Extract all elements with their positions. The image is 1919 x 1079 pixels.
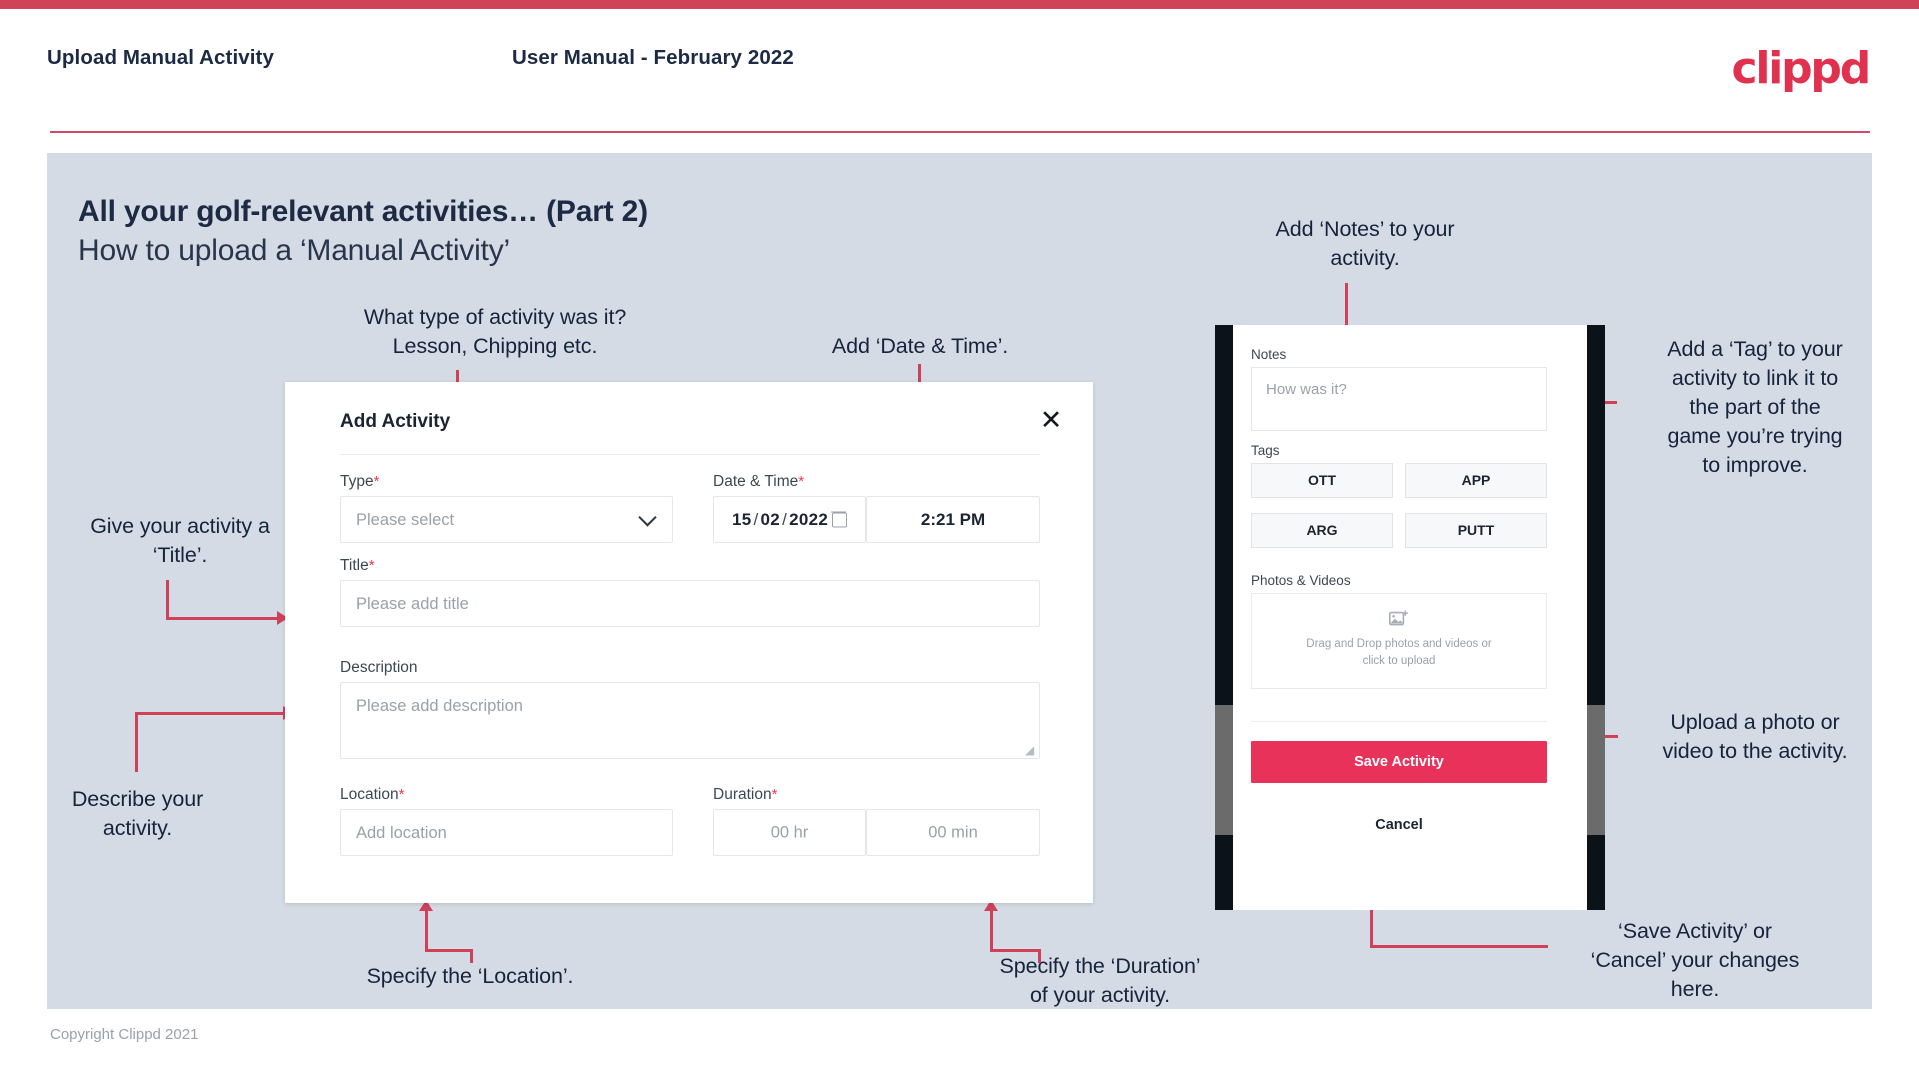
title-required-mark: * xyxy=(368,557,375,574)
phone-left-bezel xyxy=(1215,325,1233,910)
annotation-location: Specify the ‘Location’. xyxy=(366,964,574,988)
date-sep-2: / xyxy=(782,509,788,529)
location-required-mark: * xyxy=(398,786,405,803)
dialog-title: Add Activity xyxy=(340,411,451,432)
location-placeholder: Add location xyxy=(356,824,447,842)
tag-button-putt[interactable]: PUTT xyxy=(1405,513,1547,548)
connector-dur-h xyxy=(990,949,1040,952)
duration-label: Duration* xyxy=(713,786,777,804)
photo-dropzone[interactable]: Drag and Drop photos and videos or click… xyxy=(1251,593,1547,689)
connector-save-h xyxy=(1370,945,1548,948)
close-icon[interactable]: ✕ xyxy=(1034,403,1068,437)
type-label-text: Type xyxy=(340,473,374,490)
time-input[interactable]: 2:21 PM xyxy=(866,496,1040,543)
connector-dur-v1 xyxy=(990,910,993,952)
datetime-required-mark: * xyxy=(798,473,805,490)
chevron-down-icon xyxy=(638,507,657,527)
calendar-icon[interactable] xyxy=(831,511,847,527)
annotation-photos: Upload a photo or video to the activity. xyxy=(1662,710,1848,763)
notes-label: Notes xyxy=(1251,347,1287,362)
date-month: 02 xyxy=(760,509,781,529)
date-day: 15 xyxy=(732,509,752,529)
slide-subtitle: How to upload a ‘Manual Activity’ xyxy=(78,234,510,267)
annotation-description: Describe your activity. xyxy=(71,787,204,840)
dropzone-line-1: Drag and Drop photos and videos or xyxy=(1306,638,1492,650)
time-value: 2:21 PM xyxy=(920,509,986,529)
connector-dur-v2 xyxy=(1038,949,1041,963)
photos-label: Photos & Videos xyxy=(1251,573,1351,588)
description-placeholder: Please add description xyxy=(356,697,523,715)
connector-title-h xyxy=(166,617,279,620)
annotation-title: Give your activity a ‘Title’. xyxy=(90,514,270,567)
page-header: Upload Manual Activity User Manual - Feb… xyxy=(0,9,1919,133)
title-label: Title* xyxy=(340,557,375,575)
type-select[interactable]: Please select xyxy=(340,496,673,543)
header-subtitle: User Manual - February 2022 xyxy=(512,46,794,69)
tag-button-app[interactable]: APP xyxy=(1405,463,1547,498)
connector-title-v xyxy=(166,580,169,619)
cancel-button[interactable]: Cancel xyxy=(1251,813,1547,837)
annotation-notes: Add ‘Notes’ to your activity. xyxy=(1275,217,1455,270)
connector-loc-h xyxy=(425,949,473,952)
duration-hours-input[interactable]: 00 hr xyxy=(713,809,866,856)
title-input[interactable]: Please add title xyxy=(340,580,1040,627)
clippd-logo: clippd xyxy=(1731,43,1871,94)
page-title: Upload Manual Activity xyxy=(47,46,274,69)
resize-handle-icon[interactable]: ◢ xyxy=(1025,744,1036,756)
annotation-tags: Add a ‘Tag’ to your activity to link it t… xyxy=(1667,337,1843,477)
header-divider xyxy=(50,131,1870,133)
phone-mockup: Notes How was it? Tags OTT APP ARG PUTT … xyxy=(1215,325,1605,910)
date-year: 2022 xyxy=(789,509,829,529)
annotation-duration: Specify the ‘Duration’ of your activity. xyxy=(999,954,1201,1007)
location-label-text: Location xyxy=(340,786,399,803)
location-input[interactable]: Add location xyxy=(340,809,673,856)
duration-label-text: Duration xyxy=(713,786,772,803)
footer-copyright: Copyright Clippd 2021 xyxy=(50,1026,199,1043)
tags-label: Tags xyxy=(1251,443,1280,458)
date-sep-1: / xyxy=(753,509,759,529)
dialog-divider xyxy=(340,454,1040,455)
phone-divider xyxy=(1251,721,1547,722)
slide-title: All your golf-relevant activities… (Part… xyxy=(78,195,648,228)
add-image-icon xyxy=(1389,610,1409,626)
annotation-save: ‘Save Activity’ or ‘Cancel’ your changes h… xyxy=(1590,919,1800,1001)
connector-desc-v xyxy=(135,712,138,772)
duration-hours-value: 00 hr xyxy=(770,823,809,841)
phone-right-bezel xyxy=(1587,325,1605,910)
notes-textarea[interactable]: How was it? xyxy=(1251,367,1547,431)
add-activity-dialog: Add Activity ✕ Type* Please select Date … xyxy=(285,382,1093,903)
date-input[interactable]: 15/02/2022 xyxy=(713,496,866,543)
datetime-label: Date & Time* xyxy=(713,473,804,491)
datetime-label-text: Date & Time xyxy=(713,473,799,490)
description-textarea[interactable]: Please add description ◢ xyxy=(340,682,1040,759)
notes-placeholder: How was it? xyxy=(1266,381,1347,398)
phone-left-scroll-segment xyxy=(1215,705,1233,835)
date-value: 15/02/2022 xyxy=(732,510,828,530)
connector-loc-v2 xyxy=(470,949,473,963)
location-label: Location* xyxy=(340,786,404,804)
duration-required-mark: * xyxy=(771,786,778,803)
title-label-text: Title xyxy=(340,557,369,574)
connector-loc-v1 xyxy=(425,910,428,952)
title-placeholder: Please add title xyxy=(356,595,469,613)
dropzone-text: Drag and Drop photos and videos or click… xyxy=(1252,636,1546,670)
duration-minutes-value: 00 min xyxy=(928,823,978,841)
tag-button-ott[interactable]: OTT xyxy=(1251,463,1393,498)
brand-top-bar xyxy=(0,0,1919,9)
annotation-type: What type of activity was it? Lesson, Chi… xyxy=(363,305,627,358)
save-activity-button[interactable]: Save Activity xyxy=(1251,741,1547,783)
description-label: Description xyxy=(340,659,418,676)
connector-desc-h xyxy=(135,712,285,715)
phone-right-scroll-segment xyxy=(1587,705,1605,835)
duration-minutes-input[interactable]: 00 min xyxy=(866,809,1040,856)
dropzone-line-2: click to upload xyxy=(1362,655,1436,667)
phone-screen: Notes How was it? Tags OTT APP ARG PUTT … xyxy=(1233,325,1587,910)
tag-button-arg[interactable]: ARG xyxy=(1251,513,1393,548)
type-required-mark: * xyxy=(373,473,380,490)
annotation-datetime: Add ‘Date & Time’. xyxy=(831,334,1009,358)
type-label: Type* xyxy=(340,473,379,491)
type-placeholder: Please select xyxy=(356,511,455,529)
